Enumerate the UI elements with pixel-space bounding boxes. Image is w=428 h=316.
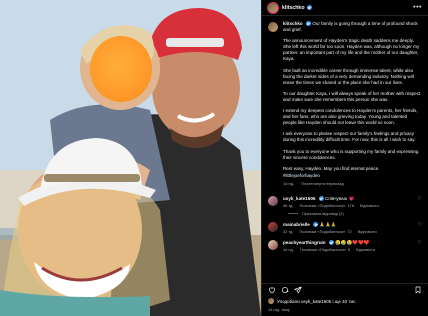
comment-time: 46 тд. xyxy=(283,202,294,208)
caption-hashtag[interactable]: #littlejoeforhayden xyxy=(283,173,422,179)
comment-time: 22 тд. xyxy=(283,228,294,234)
comment-item: peachyearthingrum 😢😢😢❤️❤️❤️ 1d нд. Позна… xyxy=(262,239,428,252)
comment-heart-icon[interactable]: ♡ xyxy=(418,222,422,234)
comment-time: 1d нд. xyxy=(283,246,294,252)
verified-badge-icon xyxy=(318,196,324,202)
share-icon[interactable] xyxy=(294,286,302,294)
post-photo[interactable] xyxy=(0,0,261,316)
comment-text: 🙏🙏🙏 xyxy=(319,221,337,227)
heart-icon[interactable] xyxy=(268,286,276,294)
verified-badge-icon xyxy=(305,21,311,27)
comment-body: peachyearthingrum 😢😢😢❤️❤️❤️ 1d нд. Позна… xyxy=(283,240,414,252)
comment-username[interactable]: mainabrielle xyxy=(283,222,310,227)
comment-item: usyk_kate1505 Співчуваю 💗 46 тд. Позначк… xyxy=(262,195,428,208)
comment-avatar[interactable] xyxy=(268,221,278,232)
verified-badge-icon xyxy=(306,5,312,10)
caption-paragraph: Our family is going through a time of pr… xyxy=(283,21,418,33)
comment-item: mainabrielle 🙏🙏🙏 22 тд. Позначки «Подоба… xyxy=(262,221,428,234)
comment-text: 😢😢😢❤️❤️❤️ xyxy=(335,239,370,245)
caption-paragraph: Rest easy, Hayden. May you find eternal … xyxy=(283,165,380,171)
more-dots-icon[interactable]: ••• xyxy=(413,4,422,11)
likes-summary[interactable]: Уподобали usyk_kate1505 і ще 40 тис. xyxy=(268,298,357,304)
caption-paragraph: The announcement of Hayden's tragic deat… xyxy=(283,38,420,62)
post-caption: klitschko Our family is going through a … xyxy=(262,16,428,187)
reply-button[interactable]: Відповісти xyxy=(360,203,379,208)
comment-icon[interactable] xyxy=(281,286,289,294)
translate-link[interactable]: Переглянути переклад xyxy=(301,181,343,186)
caption-paragraph: Thank you to everyone who is supporting … xyxy=(283,148,419,160)
comment-text: Співчуваю xyxy=(325,195,348,201)
caption-time: 1d нд. xyxy=(283,180,295,186)
likes-text: Уподобали usyk_kate1505 і ще 40 тис. xyxy=(277,298,357,304)
post-age: 14 год. тому xyxy=(268,307,290,312)
comment-avatar[interactable] xyxy=(268,195,278,206)
caption-meta: 1d нд. Переглянути переклад xyxy=(283,181,422,187)
instagram-post-viewer: klitschko ••• klitschko Our family is go… xyxy=(0,0,428,316)
hide-replies-link[interactable]: Приховати відповіді (2) xyxy=(288,211,428,216)
comment-likes[interactable]: Позначки «Подобається»: 178 xyxy=(300,203,354,208)
caption-paragraph: I extend my deepest condolences to Hayde… xyxy=(283,108,418,126)
comment-avatar[interactable] xyxy=(268,239,278,250)
comment-body: mainabrielle 🙏🙏🙏 22 тд. Позначки «Подоба… xyxy=(283,222,414,234)
comment-emoji: 💗 xyxy=(348,195,355,201)
author-username[interactable]: klitschko xyxy=(282,5,305,11)
comment-likes[interactable]: Позначки «Подобається»: 72 xyxy=(300,229,352,234)
post-header: klitschko ••• xyxy=(262,0,428,16)
caption-avatar[interactable] xyxy=(268,22,278,32)
comment-username[interactable]: peachyearthingrum xyxy=(283,240,326,245)
comment-heart-icon[interactable]: ♡ xyxy=(418,240,422,252)
comment-username[interactable]: usyk_kate1505 xyxy=(283,196,315,201)
blurred-face-overlay xyxy=(90,36,152,102)
caption-paragraph: She built an incredible career through i… xyxy=(283,67,414,85)
verified-badge-icon xyxy=(328,240,334,246)
comment-likes[interactable]: Позначки «Подобається»: 5 xyxy=(300,247,350,252)
caption-text: klitschko Our family is going through a … xyxy=(283,21,422,187)
comment-heart-icon[interactable]: ♡ xyxy=(418,196,422,208)
author-avatar[interactable] xyxy=(268,2,278,13)
verified-badge-icon xyxy=(313,222,319,228)
reply-button[interactable]: Відповісти xyxy=(356,247,375,252)
liker-avatar xyxy=(268,298,274,304)
comment-body: usyk_kate1505 Співчуваю 💗 46 тд. Позначк… xyxy=(283,196,414,208)
caption-paragraph: I ask everyone to please respect our fam… xyxy=(283,131,416,143)
reply-button[interactable]: Відповісти xyxy=(358,229,377,234)
post-actions-bar xyxy=(262,283,428,296)
post-side-panel: klitschko ••• klitschko Our family is go… xyxy=(261,0,428,316)
bookmark-icon[interactable] xyxy=(414,286,422,294)
caption-paragraph: To our daughter Kaya, I will always spea… xyxy=(283,90,421,102)
caption-username[interactable]: klitschko xyxy=(283,21,303,26)
